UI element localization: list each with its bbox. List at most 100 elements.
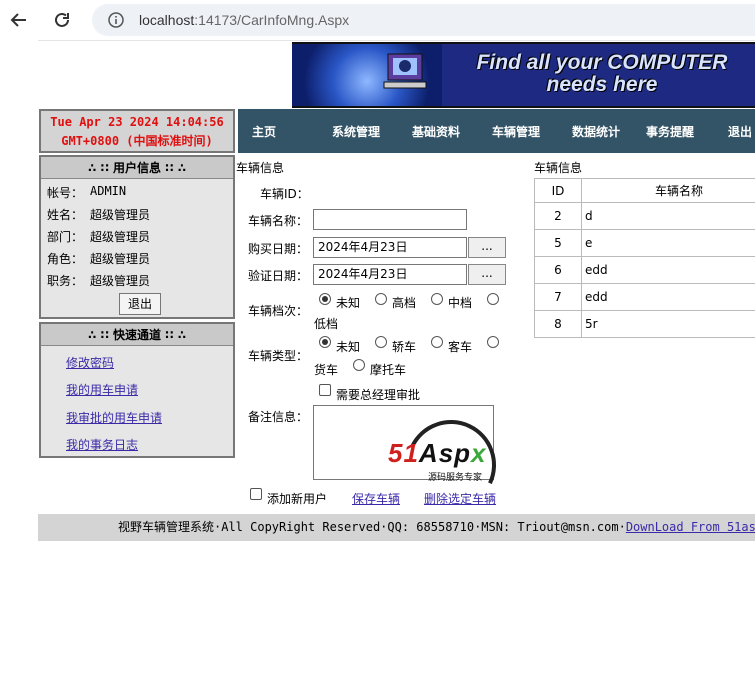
approval-label: 需要总经理审批: [336, 388, 421, 402]
type-radio-unknown[interactable]: [319, 336, 331, 348]
info-icon[interactable]: [108, 12, 124, 28]
globe-icon: [292, 44, 442, 106]
table-row[interactable]: 6 edd: [534, 256, 755, 284]
url-text[interactable]: localhost:14173/CarInfoMng.Aspx: [139, 12, 349, 28]
cell-id: 2: [534, 202, 582, 230]
type-radio-truck[interactable]: [487, 336, 499, 348]
form-title: 车辆信息: [236, 161, 285, 175]
nav-statistics[interactable]: 数据统计: [572, 123, 620, 140]
datetime-line-2: GMT+0800 (中国标准时间): [61, 134, 213, 148]
info-row-account: 帐号： ADMIN: [47, 184, 126, 201]
info-value: ADMIN: [90, 184, 127, 198]
page: Find all your COMPUTER needs here Tue Ap…: [38, 40, 755, 695]
info-label: 角色：: [47, 252, 84, 266]
link-my-logs[interactable]: 我的事务日志: [66, 436, 138, 453]
download-link[interactable]: DownLoad From 51aspx.com: [626, 520, 755, 534]
type-radio-car[interactable]: [375, 336, 387, 348]
type-radio-bus[interactable]: [431, 336, 443, 348]
url-path: :14173/CarInfoMng.Aspx: [194, 12, 350, 28]
link-my-approvals[interactable]: 我审批的用车申请: [66, 409, 162, 426]
vehicle-name-label: 车辆名称：: [248, 214, 309, 228]
grade-option-label: 中档: [448, 296, 473, 310]
nav-vehicle-management[interactable]: 车辆管理: [492, 123, 540, 140]
watermark-asp: Asp: [418, 438, 472, 468]
link-my-vehicle-requests[interactable]: 我的用车申请: [66, 381, 138, 398]
cell-name: e: [581, 229, 755, 257]
address-bar[interactable]: localhost:14173/CarInfoMng.Aspx: [92, 4, 755, 36]
add-user-checkbox[interactable]: [250, 488, 262, 500]
grade-radio-high[interactable]: [375, 293, 387, 305]
watermark-subtitle: 源码服务专家: [428, 473, 483, 483]
cell-name: edd: [581, 256, 755, 284]
cell-id: 8: [534, 310, 582, 338]
banner-text: Find all your COMPUTER needs here: [442, 44, 755, 106]
nav-system-admin[interactable]: 系统管理: [332, 123, 380, 140]
nav-logout[interactable]: 退出: [728, 123, 752, 140]
type-option-label: 客车: [448, 340, 473, 354]
cell-id: 5: [534, 229, 582, 257]
watermark-51: 51: [388, 438, 419, 468]
verify-date-input[interactable]: 2024年4月23日: [313, 264, 467, 285]
browser-toolbar: localhost:14173/CarInfoMng.Aspx: [0, 0, 755, 40]
verify-date-picker-button[interactable]: ...: [468, 264, 506, 285]
grade-option-label: 低档: [314, 317, 339, 331]
url-host: localhost: [139, 12, 195, 28]
back-button[interactable]: [6, 7, 32, 33]
divider: [38, 40, 755, 41]
user-info-panel: ∴ ∷ 用户信息 ∷ ∴ 帐号： ADMIN 姓名： 超级管理员 部门： 超级管理员 …: [39, 155, 235, 319]
watermark-brand: 51Aspx: [388, 438, 487, 469]
purchase-date-label: 购买日期：: [248, 242, 309, 256]
nav-basic-data[interactable]: 基础资料: [412, 123, 460, 140]
logout-button[interactable]: 退出: [119, 293, 161, 315]
cell-id: 7: [534, 283, 582, 311]
panel-title: ∴ ∷ 用户信息 ∷ ∴: [41, 157, 233, 179]
table-row[interactable]: 2d: [534, 202, 755, 230]
info-value: 超级管理员: [90, 252, 151, 266]
vehicle-id-label: 车辆ID：: [260, 187, 309, 201]
nav-home[interactable]: 主页: [252, 123, 276, 140]
type-option-label: 未知: [336, 340, 361, 354]
approval-checkbox[interactable]: [319, 384, 331, 396]
table-title: 车辆信息: [534, 161, 583, 175]
footer: 视野车辆管理系统·All CopyRight Reserved·QQ: 6855…: [38, 514, 755, 541]
table-row[interactable]: 7 edd: [534, 283, 755, 311]
info-label: 部门：: [47, 230, 84, 244]
cell-name: edd: [581, 283, 755, 311]
grade-radio-mid[interactable]: [431, 293, 443, 305]
type-label: 车辆类型：: [248, 349, 309, 363]
cell-id: 6: [534, 256, 582, 284]
link-change-password[interactable]: 修改密码: [66, 354, 114, 371]
info-value: 超级管理员: [90, 208, 151, 222]
table-row[interactable]: 8 5r: [534, 310, 755, 338]
info-value: 超级管理员: [90, 274, 151, 288]
info-label: 姓名：: [47, 208, 84, 222]
ad-banner[interactable]: Find all your COMPUTER needs here: [292, 42, 755, 108]
grade-option-label: 未知: [336, 296, 361, 310]
grade-option-label: 高档: [392, 296, 417, 310]
cell-name: 5r: [581, 310, 755, 338]
reload-button[interactable]: [49, 7, 75, 33]
nav-reminders[interactable]: 事务提醒: [646, 123, 694, 140]
type-radio-motorcycle[interactable]: [353, 359, 365, 371]
purchase-date-picker-button[interactable]: ...: [468, 237, 506, 258]
type-option-label: 摩托车: [370, 363, 407, 377]
table-header-row: ID 车辆名称: [534, 178, 755, 203]
column-header-name[interactable]: 车辆名称: [581, 178, 755, 203]
info-row-department: 部门： 超级管理员: [47, 228, 150, 245]
grade-label: 车辆档次：: [248, 304, 309, 318]
vehicle-name-input[interactable]: [313, 209, 467, 230]
grade-radio-unknown[interactable]: [319, 293, 331, 305]
quick-links-panel: ∴ ∷ 快速通道 ∷ ∴ 修改密码 我的用车申请 我审批的用车申请 我的事务日志: [39, 322, 235, 458]
table-row[interactable]: 5e: [534, 229, 755, 257]
grade-radio-low[interactable]: [487, 293, 499, 305]
banner-line-1: Find all your COMPUTER: [476, 51, 728, 74]
arrow-left-icon: [10, 13, 26, 27]
watermark-logo: 51Aspx 源码服务专家: [388, 407, 518, 523]
purchase-date-input[interactable]: 2024年4月23日: [313, 237, 467, 258]
panel-title: ∴ ∷ 快速通道 ∷ ∴: [41, 324, 233, 346]
computer-icon: [383, 53, 427, 89]
info-row-position: 职务： 超级管理员: [47, 272, 150, 289]
watermark-x: x: [471, 438, 487, 468]
column-header-id[interactable]: ID: [534, 178, 582, 203]
info-row-role: 角色： 超级管理员: [47, 250, 150, 267]
